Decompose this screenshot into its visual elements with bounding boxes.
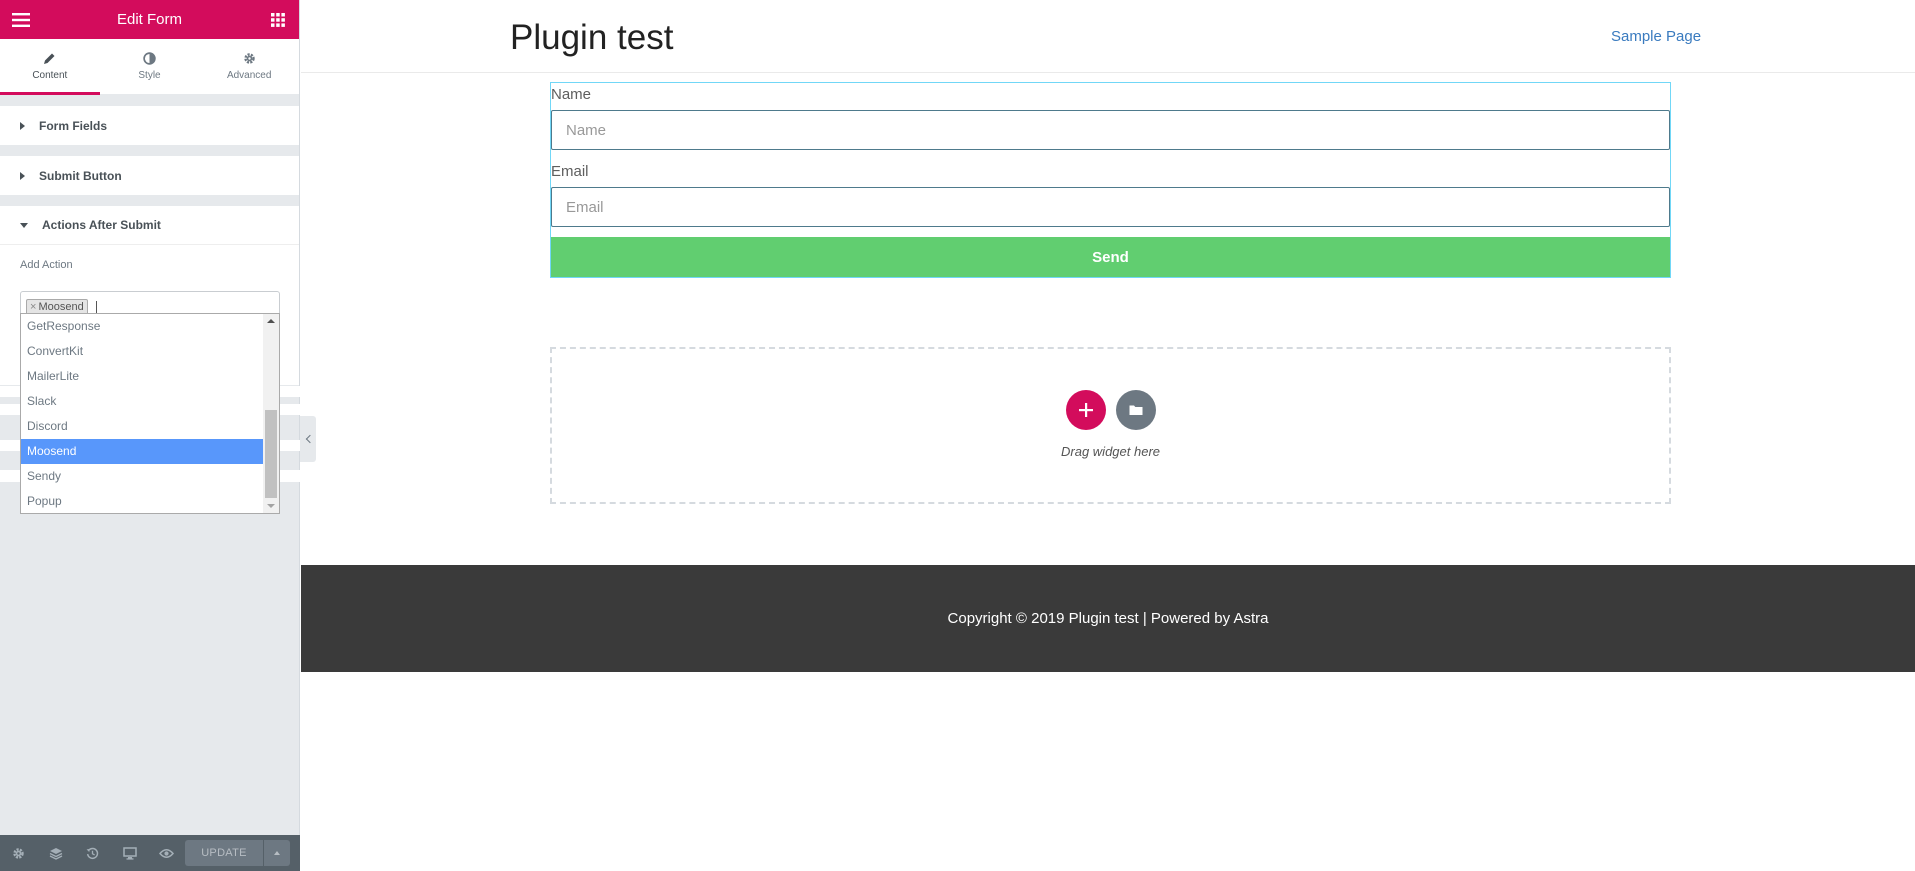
- plus-icon: [1079, 403, 1093, 417]
- gear-icon: [243, 53, 255, 64]
- pencil-icon: [44, 53, 55, 64]
- add-section-dropzone[interactable]: Drag widget here: [550, 347, 1671, 504]
- tab-content[interactable]: Content: [0, 39, 100, 95]
- send-button[interactable]: Send: [551, 237, 1670, 277]
- section-submit-button-label: Submit Button: [39, 168, 122, 183]
- panel-footer: UPDATE: [0, 835, 300, 871]
- collapse-panel-toggle[interactable]: [300, 416, 316, 462]
- site-header: Plugin test Sample Page: [301, 0, 1915, 73]
- chip-remove-icon[interactable]: ×: [30, 301, 36, 313]
- drop-zone-text: Drag widget here: [1061, 444, 1160, 459]
- text-cursor: [95, 300, 97, 314]
- settings-gear-icon[interactable]: [0, 835, 37, 871]
- chip-label: Moosend: [38, 301, 84, 313]
- tab-advanced-label: Advanced: [226, 70, 272, 81]
- navigator-layers-icon[interactable]: [37, 835, 74, 871]
- dropdown-option-selected[interactable]: Moosend: [21, 439, 264, 464]
- update-button[interactable]: UPDATE: [185, 840, 263, 866]
- footer-copyright: Copyright © 2019 Plugin test | Powered b…: [947, 610, 1269, 627]
- section-actions-label: Actions After Submit: [42, 218, 161, 232]
- editor-panel: Edit Form Content Style Advanced Form Fi…: [0, 0, 300, 871]
- dropdown-option[interactable]: Discord: [21, 414, 264, 439]
- name-field-label: Name: [551, 86, 592, 103]
- email-input[interactable]: Email: [551, 187, 1670, 227]
- caret-right-icon: [20, 171, 25, 180]
- scroll-down-icon[interactable]: [263, 499, 279, 513]
- history-icon[interactable]: [74, 835, 111, 871]
- tab-style-label: Style: [138, 70, 161, 81]
- responsive-desktop-icon[interactable]: [111, 835, 148, 871]
- dropdown-option[interactable]: GetResponse: [21, 314, 264, 339]
- dropdown-scrollbar[interactable]: [263, 314, 279, 513]
- dropdown-option[interactable]: Slack: [21, 389, 264, 414]
- tab-advanced[interactable]: Advanced: [199, 39, 299, 94]
- dropdown-option[interactable]: ConvertKit: [21, 339, 264, 364]
- scroll-thumb[interactable]: [265, 410, 277, 498]
- caret-right-icon: [20, 121, 25, 130]
- add-section-button[interactable]: [1066, 390, 1106, 430]
- dropdown-option[interactable]: MailerLite: [21, 364, 264, 389]
- panel-header: Edit Form: [0, 0, 299, 39]
- contrast-icon: [143, 52, 156, 65]
- widgets-grid-icon[interactable]: [269, 11, 287, 29]
- site-title[interactable]: Plugin test: [510, 18, 673, 58]
- add-template-button[interactable]: [1116, 390, 1156, 430]
- email-field-label: Email: [551, 163, 589, 180]
- nav-link-sample-page[interactable]: Sample Page: [1611, 28, 1701, 45]
- add-action-label: Add Action: [20, 259, 73, 271]
- chevron-left-icon: [305, 434, 314, 444]
- name-input[interactable]: Name: [551, 110, 1670, 150]
- preview-eye-icon[interactable]: [148, 835, 185, 871]
- caret-down-icon: [20, 222, 28, 228]
- panel-tabs: Content Style Advanced: [0, 39, 299, 95]
- update-options-caret-icon[interactable]: [264, 840, 290, 866]
- panel-title: Edit Form: [116, 11, 182, 28]
- section-submit-button[interactable]: Submit Button: [0, 156, 299, 195]
- dropdown-option[interactable]: Sendy: [21, 464, 264, 489]
- tab-style[interactable]: Style: [100, 39, 200, 94]
- section-form-fields[interactable]: Form Fields: [0, 106, 299, 145]
- form-widget[interactable]: Name Name Email Email Send: [550, 82, 1671, 278]
- hamburger-menu-icon[interactable]: [12, 11, 30, 29]
- tab-content-label: Content: [32, 70, 68, 81]
- site-footer: Copyright © 2019 Plugin test | Powered b…: [301, 565, 1915, 672]
- page-preview: Plugin test Sample Page Name Name Email …: [301, 0, 1915, 871]
- dropdown-option[interactable]: Popup: [21, 489, 264, 514]
- section-form-fields-label: Form Fields: [39, 118, 108, 133]
- action-dropdown-list[interactable]: GetResponse ConvertKit MailerLite Slack …: [20, 313, 280, 514]
- folder-icon: [1129, 405, 1143, 415]
- scroll-up-icon[interactable]: [263, 314, 279, 328]
- section-actions-after-submit[interactable]: Actions After Submit: [0, 206, 299, 245]
